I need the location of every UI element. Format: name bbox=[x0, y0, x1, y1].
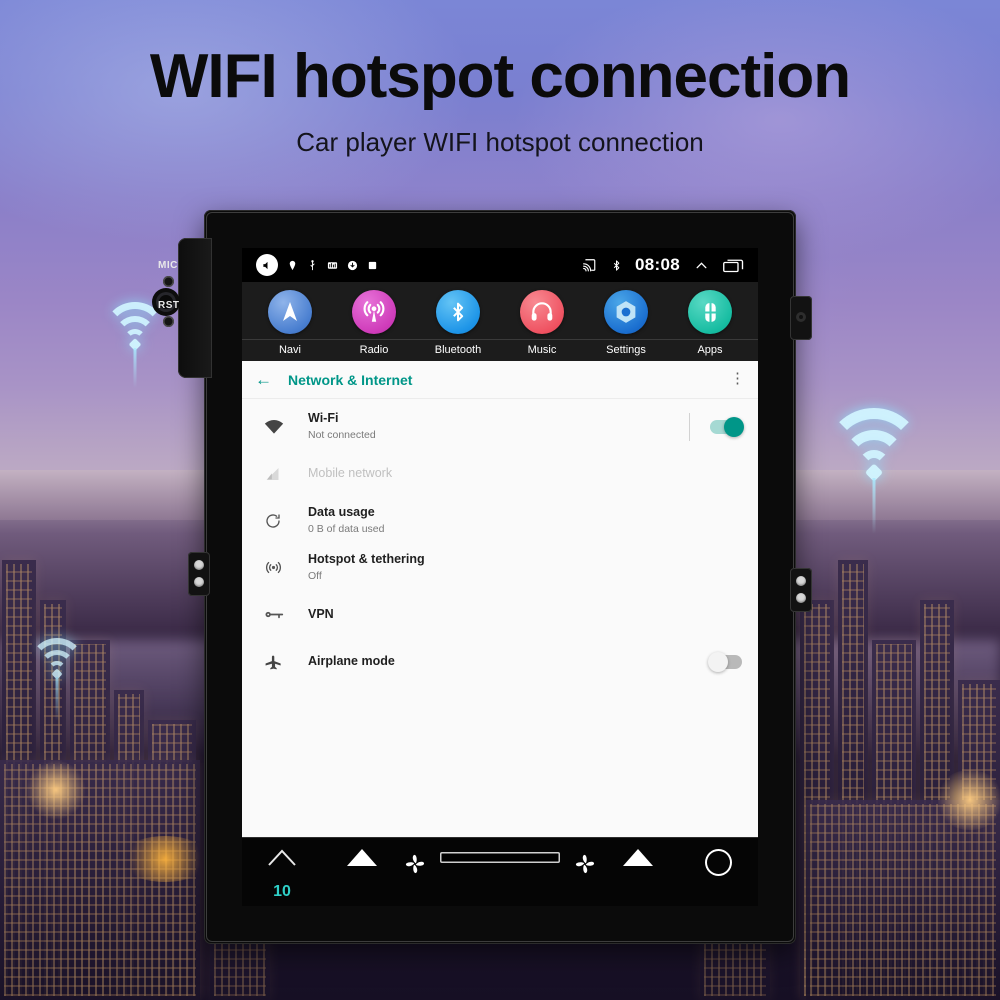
vpn-key-icon bbox=[264, 608, 308, 621]
row-title: VPN bbox=[308, 607, 334, 622]
stop-square-icon bbox=[368, 261, 377, 269]
rst-port-label: RST bbox=[158, 300, 180, 311]
device-screen: 08:08 Navi Radio Bluetooth Music Setting… bbox=[242, 248, 758, 906]
settings-row-mobile-network: Mobile network bbox=[242, 450, 758, 497]
settings-app: ← Network & Internet ⋮ Wi-Fi Not connect… bbox=[242, 361, 758, 837]
mount-tab-right-mid bbox=[790, 568, 812, 612]
wifi-toggle[interactable] bbox=[710, 416, 744, 437]
usb-icon bbox=[310, 259, 315, 270]
settings-row-airplane-mode[interactable]: Airplane mode bbox=[242, 638, 758, 685]
mic-port-label: MIC bbox=[158, 260, 178, 271]
volume-value: 10 bbox=[273, 882, 291, 900]
page-subtitle: Car player WIFI hotspot connection bbox=[296, 127, 704, 158]
volume-mute-icon[interactable] bbox=[256, 254, 278, 276]
row-subtitle: 0 B of data used bbox=[308, 522, 385, 535]
airplane-icon bbox=[264, 652, 308, 671]
back-arrow-icon[interactable]: ← bbox=[255, 371, 272, 388]
dock-label-navi[interactable]: Navi bbox=[248, 344, 332, 356]
dock-label-settings[interactable]: Settings bbox=[584, 344, 668, 356]
status-bar: 08:08 bbox=[242, 248, 758, 282]
wifi-glow-icon bbox=[26, 636, 88, 721]
triangle-up-icon[interactable] bbox=[623, 849, 653, 866]
navigation-arrow-icon[interactable] bbox=[268, 290, 312, 334]
dock-label-apps[interactable]: Apps bbox=[668, 344, 752, 356]
equalizer-icon bbox=[327, 261, 338, 269]
row-divider bbox=[689, 412, 690, 441]
volume-stepper: 10 bbox=[242, 838, 322, 906]
chevron-up-outline-icon[interactable] bbox=[267, 849, 297, 866]
app-bar-title: Network & Internet bbox=[288, 371, 413, 388]
settings-gear-icon[interactable] bbox=[604, 290, 648, 334]
mount-tab-left-mid bbox=[188, 552, 210, 596]
marketing-headings: WIFI hotspot connection Car player WIFI … bbox=[0, 0, 1000, 158]
fan-icon[interactable] bbox=[402, 852, 428, 876]
dock-label-radio[interactable]: Radio bbox=[332, 344, 416, 356]
fan-speed-slider[interactable] bbox=[440, 852, 560, 863]
airplane-mode-toggle[interactable] bbox=[708, 651, 742, 672]
microphone-jack-icon bbox=[163, 276, 174, 287]
hotspot-icon bbox=[264, 558, 308, 577]
settings-row-vpn[interactable]: VPN bbox=[242, 591, 758, 638]
location-icon bbox=[289, 260, 296, 270]
app-dock: Navi Radio Bluetooth Music Settings Apps bbox=[242, 282, 758, 361]
home-circle-icon[interactable] bbox=[705, 849, 732, 876]
settings-row-wifi[interactable]: Wi-Fi Not connected bbox=[242, 403, 758, 450]
chevron-up-icon[interactable] bbox=[693, 259, 710, 272]
apps-grid-icon[interactable] bbox=[688, 290, 732, 334]
dock-label-bluetooth[interactable]: Bluetooth bbox=[416, 344, 500, 356]
status-bar-clock: 08:08 bbox=[635, 255, 680, 274]
data-usage-icon bbox=[264, 512, 308, 530]
fan-speed-control bbox=[402, 838, 598, 906]
navigation-buttons bbox=[678, 838, 758, 906]
recents-icon[interactable] bbox=[723, 258, 744, 273]
bluetooth-icon[interactable] bbox=[436, 290, 480, 334]
row-title: Hotspot & tethering bbox=[308, 551, 425, 566]
wifi-glow-icon bbox=[822, 406, 926, 534]
temp-right-stepper bbox=[598, 838, 678, 906]
bluetooth-icon bbox=[613, 259, 620, 271]
wifi-icon bbox=[264, 419, 308, 435]
car-head-unit-device: MIC RST 08:08 Navi Radio Bluetooth Music… bbox=[156, 210, 812, 944]
more-vertical-icon[interactable]: ⋮ bbox=[730, 372, 745, 386]
fan-icon[interactable] bbox=[572, 852, 598, 876]
climate-control-bar: 10 bbox=[242, 837, 758, 906]
page-title: WIFI hotspot connection bbox=[149, 42, 851, 111]
row-title: Data usage bbox=[308, 504, 375, 519]
app-bar: ← Network & Internet ⋮ bbox=[242, 361, 758, 399]
left-side-panel: MIC RST bbox=[156, 238, 212, 378]
settings-row-hotspot-tethering[interactable]: Hotspot & tethering Off bbox=[242, 544, 758, 591]
mount-tab-right-top bbox=[790, 296, 812, 340]
triangle-up-icon[interactable] bbox=[347, 849, 377, 866]
row-subtitle: Not connected bbox=[308, 428, 376, 441]
row-subtitle: Off bbox=[308, 569, 322, 582]
settings-row-data-usage[interactable]: Data usage 0 B of data used bbox=[242, 497, 758, 544]
download-icon bbox=[347, 260, 358, 270]
radio-antenna-icon[interactable] bbox=[352, 290, 396, 334]
dock-label-music[interactable]: Music bbox=[500, 344, 584, 356]
row-title: Airplane mode bbox=[308, 654, 395, 669]
settings-list: Wi-Fi Not connected Mobile network Data … bbox=[242, 399, 758, 685]
reset-button-icon[interactable] bbox=[163, 316, 174, 327]
temp-left-stepper bbox=[322, 838, 402, 906]
row-title: Wi-Fi bbox=[308, 410, 339, 425]
cast-icon bbox=[583, 259, 596, 272]
signal-cellular-icon bbox=[264, 466, 308, 482]
headphones-icon[interactable] bbox=[520, 290, 564, 334]
row-title: Mobile network bbox=[308, 466, 393, 481]
